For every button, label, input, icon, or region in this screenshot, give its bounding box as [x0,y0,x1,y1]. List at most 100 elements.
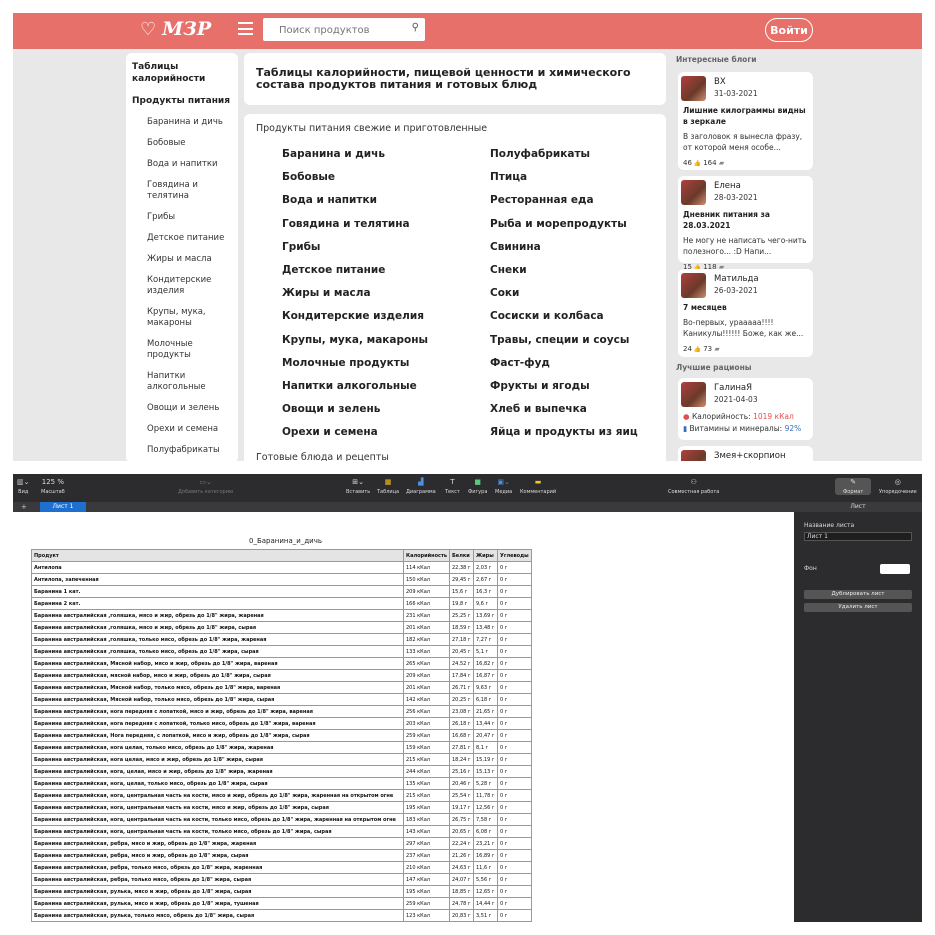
product-category-link[interactable]: Соки [490,287,670,310]
product-category-link[interactable]: Говядина и телятина [282,218,490,241]
table-cell[interactable]: 22,24 г [449,837,474,850]
product-category-link[interactable]: Фаст-фуд [490,357,670,380]
table-cell[interactable]: Баранина австралийская ,голяшка, мясо и … [31,609,404,622]
table-cell[interactable]: 17,84 г [449,669,474,682]
table-cell[interactable]: Баранина австралийская, рулька, мясо и ж… [31,885,404,898]
blog-title[interactable]: Дневник питания за 28.03.2021 [683,209,808,231]
table-cell[interactable]: 18,24 г [449,753,474,766]
table-button[interactable]: ▦ Таблица [377,478,399,495]
table-cell[interactable]: 15,19 г [473,753,498,766]
table-cell[interactable]: 215 кКал [403,789,450,802]
product-category-link[interactable]: Хлеб и выпечка [490,403,670,426]
table-cell[interactable]: Баранина австралийская, нога, центральна… [31,801,404,814]
table-cell[interactable]: 15,6 г [449,585,474,598]
table-cell[interactable]: 143 кКал [403,825,450,838]
sidebar-item[interactable]: Крупы, мука, макароны [132,307,232,329]
product-category-link[interactable]: Жиры и масла [282,287,490,310]
sidebar-heading-tables[interactable]: Таблицы калорийности [132,61,232,85]
table-cell[interactable]: 16,3 г [473,585,498,598]
table-cell[interactable]: 0 г [497,561,532,574]
table-cell[interactable]: Баранина австралийская, Мясной набор, мя… [31,657,404,670]
table-cell[interactable]: 5,1 г [473,645,498,658]
table-cell[interactable]: 0 г [497,681,532,694]
table-cell[interactable]: Баранина австралийская, ребра, мясо и жи… [31,837,404,850]
table-cell[interactable]: 0 г [497,825,532,838]
sidebar-item[interactable]: Молочные продукты [132,339,232,361]
table-cell[interactable]: 183 кКал [403,813,450,826]
table-cell[interactable]: 24,07 г [449,873,474,886]
table-cell[interactable]: Баранина австралийская, нога, центральна… [31,813,404,826]
search-input[interactable] [263,19,403,42]
table-cell[interactable]: 0 г [497,729,532,742]
table-cell[interactable]: 0 г [497,657,532,670]
table-cell[interactable]: 21,26 г [449,849,474,862]
table-cell[interactable]: 3,51 г [473,909,498,922]
table-cell[interactable]: 0 г [497,633,532,646]
table-cell[interactable]: 20,83 г [449,909,474,922]
table-cell[interactable]: 9,63 г [473,681,498,694]
sidebar-item[interactable]: Вода и напитки [132,159,232,170]
table-cell[interactable]: 0 г [497,885,532,898]
table-cell[interactable]: Баранина австралийская, рулька, только м… [31,909,404,922]
format-button[interactable]: ✎ Формат [835,478,872,495]
arrange-button[interactable]: ◎ Упорядочение [879,478,917,495]
table-cell[interactable]: 166 кКал [403,597,450,610]
table-cell[interactable]: 237 кКал [403,849,450,862]
column-header[interactable]: Жиры [473,549,498,562]
sidebar-item[interactable]: Овощи и зелень [132,403,232,414]
sidebar-item[interactable]: Детское питание [132,233,232,244]
table-cell[interactable]: Баранина австралийская ,голяшка, мясо и … [31,621,404,634]
table-cell[interactable]: 0 г [497,861,532,874]
table-cell[interactable]: Баранина австралийская, нога, целая, мяс… [31,765,404,778]
table-cell[interactable]: 209 кКал [403,585,450,598]
sheet-name-field[interactable]: Лист 1 [804,532,912,541]
sidebar-item[interactable]: Баранина и дичь [132,117,232,128]
product-category-link[interactable]: Детское питание [282,264,490,287]
table-cell[interactable]: 8,1 г [473,741,498,754]
table-cell[interactable]: 201 кКал [403,621,450,634]
search-box[interactable]: ⚲ [263,18,425,42]
product-category-link[interactable]: Сосиски и колбаса [490,310,670,333]
table-cell[interactable]: 19,8 г [449,597,474,610]
table-cell[interactable]: 0 г [497,837,532,850]
table-cell[interactable]: 142 кКал [403,693,450,706]
table-cell[interactable]: 9,6 г [473,597,498,610]
table-cell[interactable]: 16,68 г [449,729,474,742]
table-cell[interactable]: 259 кКал [403,897,450,910]
view-button[interactable]: ▥⌄ Вид [17,478,29,495]
table-cell[interactable]: 20,25 г [449,693,474,706]
table-cell[interactable]: Баранина австралийская, рулька, мясо и ж… [31,897,404,910]
table-cell[interactable]: 11,6 г [473,861,498,874]
table-cell[interactable]: 20,46 г [449,777,474,790]
table-cell[interactable]: 5,56 г [473,873,498,886]
table-cell[interactable]: 159 кКал [403,741,450,754]
table-cell[interactable]: 256 кКал [403,705,450,718]
table-cell[interactable]: 114 кКал [403,561,450,574]
table-cell[interactable]: 259 кКал [403,729,450,742]
table-cell[interactable]: 203 кКал [403,717,450,730]
table-cell[interactable]: 23,08 г [449,705,474,718]
product-category-link[interactable]: Овощи и зелень [282,403,490,426]
product-category-link[interactable]: Напитки алкогольные [282,380,490,403]
table-cell[interactable]: 0 г [497,777,532,790]
product-category-link[interactable]: Крупы, мука, макароны [282,334,490,357]
product-category-link[interactable]: Молочные продукты [282,357,490,380]
table-cell[interactable]: 135 кКал [403,777,450,790]
table-cell[interactable]: Баранина австралийская, Нога передняя, с… [31,729,404,742]
product-category-link[interactable]: Снеки [490,264,670,287]
blog-card[interactable]: Матильда 26-03-2021 7 месяцев Во-первых, ур… [678,269,813,357]
product-category-link[interactable]: Кондитерские изделия [282,310,490,333]
table-cell[interactable]: 24,52 г [449,657,474,670]
sidebar-item[interactable]: Орехи и семена [132,424,232,435]
table-cell[interactable]: 0 г [497,669,532,682]
table-cell[interactable]: 26,75 г [449,813,474,826]
product-category-link[interactable]: Травы, специи и соусы [490,334,670,357]
table-cell[interactable]: 27,81 г [449,741,474,754]
table-cell[interactable]: Баранина австралийская, нога передняя с … [31,717,404,730]
delete-sheet-button[interactable]: Удалить лист [804,603,912,612]
table-cell[interactable]: Баранина австралийская ,голяшка, только … [31,633,404,646]
table-cell[interactable]: 18,85 г [449,885,474,898]
table-cell[interactable]: 21,65 г [473,705,498,718]
sidebar-item[interactable]: Жиры и масла [132,254,232,265]
table-cell[interactable]: 0 г [497,705,532,718]
